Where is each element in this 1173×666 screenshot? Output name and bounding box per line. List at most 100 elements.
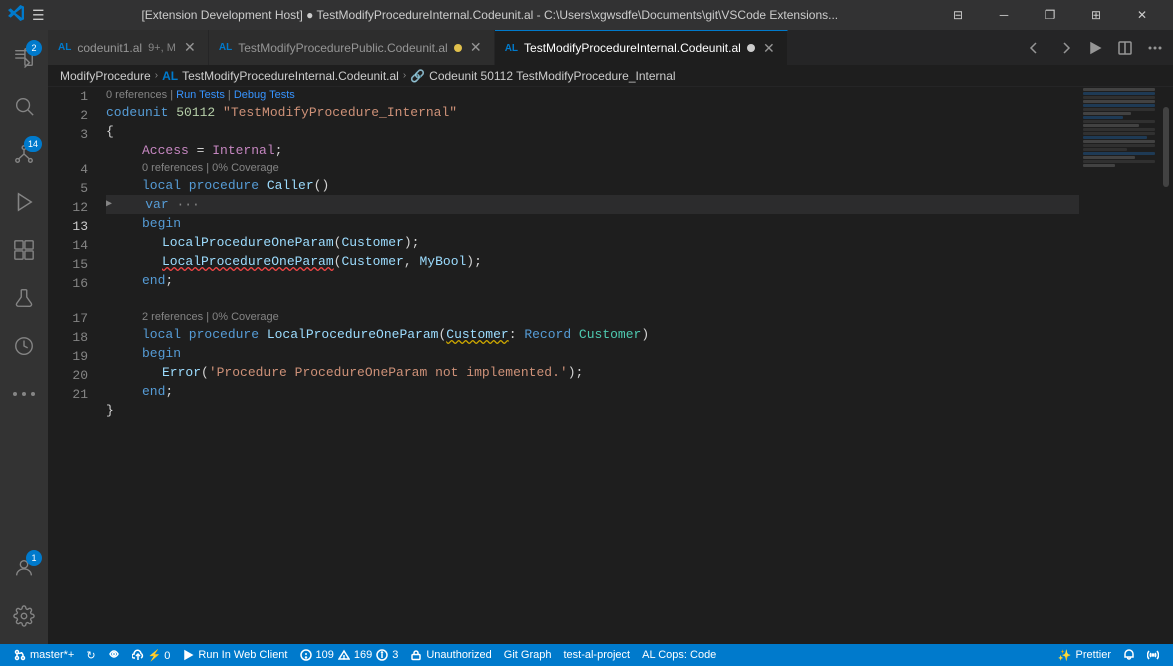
status-unauthorized[interactable]: Unauthorized <box>404 644 497 666</box>
tab-modifyPublic-close[interactable]: ✕ <box>468 40 484 56</box>
navigate-back-button[interactable] <box>1021 34 1049 62</box>
code-line-12: begin <box>106 214 1079 233</box>
close-button[interactable]: ✕ <box>1119 0 1165 30</box>
status-cloud[interactable]: ⚡ 0 <box>126 644 177 666</box>
activity-history[interactable] <box>0 322 48 370</box>
breadcrumb-symbol[interactable]: Codeunit 50112 TestModifyProcedure_Inter… <box>429 69 675 83</box>
line-num-19: 19 <box>56 347 88 366</box>
run-tests-link[interactable]: Run Tests <box>176 87 225 103</box>
activity-more[interactable] <box>0 370 48 418</box>
branch-name: master*+ <box>30 649 74 661</box>
status-broadcast[interactable] <box>1141 644 1165 666</box>
line-num-17: 17 <box>56 309 88 328</box>
line-numbers: 1 2 3 4 5 12 13 14 15 16 17 18 19 20 21 <box>48 87 96 644</box>
tab-modifyInternal-close[interactable]: ✕ <box>761 40 777 56</box>
git-graph-label: Git Graph <box>504 649 552 661</box>
status-cops[interactable]: AL Cops: Code <box>636 644 722 666</box>
git-badge: 14 <box>24 136 42 152</box>
line-num-16: 16 <box>56 274 88 293</box>
status-sync[interactable]: ↻ <box>80 644 101 666</box>
activity-git[interactable]: 14 <box>0 130 48 178</box>
line-num-13: 13 <box>56 217 88 236</box>
activity-settings[interactable] <box>0 592 48 640</box>
prettier-icon: ✨ <box>1058 649 1072 662</box>
line-num-14: 14 <box>56 236 88 255</box>
code-line-20: end; <box>106 382 1079 401</box>
activity-bar: 2 14 1 <box>0 30 48 644</box>
code-line-13: LocalProcedureOneParam(Customer); <box>106 233 1079 252</box>
fold-arrow-5: ▶ <box>106 195 112 214</box>
error-count: 109 <box>316 649 334 661</box>
code-line-5: ▶ var ··· <box>106 195 1079 214</box>
tab-modifyPublic[interactable]: AL TestModifyProcedurePublic.Codeunit.al… <box>209 30 495 65</box>
title-bar: ☰ [Extension Development Host] ● TestMod… <box>0 0 1173 30</box>
status-bar: master*+ ↻ ⚡ 0 Run In Web Client 109 169… <box>0 644 1173 666</box>
tab-modifyInternal-dirty <box>747 44 755 52</box>
hamburger-menu[interactable]: ☰ <box>32 7 45 24</box>
breadcrumb-file[interactable]: TestModifyProcedureInternal.Codeunit.al <box>182 69 399 83</box>
line-num-3: 3 <box>56 125 88 144</box>
status-project[interactable]: test-al-project <box>557 644 636 666</box>
activity-explorer[interactable]: 2 <box>0 34 48 82</box>
layout-button[interactable]: ⊞ <box>1073 0 1119 30</box>
activity-account[interactable]: 1 <box>0 544 48 592</box>
tab-codeunit1-suffix: 9+, M <box>148 42 176 54</box>
run-debug-button[interactable] <box>1081 34 1109 62</box>
tab-actions <box>1017 30 1173 65</box>
code-line-17: local procedure LocalProcedureOneParam(C… <box>106 325 1079 344</box>
status-prettier[interactable]: ✨ Prettier <box>1052 644 1117 666</box>
code-line-1: codeunit 50112 "TestModifyProcedure_Inte… <box>106 103 1079 122</box>
line-num-meta1 <box>56 144 88 160</box>
vertical-scrollbar[interactable] <box>1159 87 1173 644</box>
cloud-count: ⚡ 0 <box>148 649 171 662</box>
line-num-4: 4 <box>56 160 88 179</box>
activity-extensions[interactable] <box>0 226 48 274</box>
tab-codeunit1[interactable]: AL codeunit1.al 9+, M ✕ <box>48 30 209 65</box>
debug-tests-link[interactable]: Debug Tests <box>234 87 295 103</box>
breadcrumb-sep1: › <box>155 70 158 81</box>
activity-flask[interactable] <box>0 274 48 322</box>
line-num-15: 15 <box>56 255 88 274</box>
code-line-16 <box>106 290 1079 309</box>
unauthorized-label: Unauthorized <box>426 649 491 661</box>
line-num-12: 12 <box>56 198 88 217</box>
breadcrumb-lang-label[interactable]: AL <box>162 69 178 83</box>
activity-search[interactable] <box>0 82 48 130</box>
breadcrumb-link-icon: 🔗 <box>410 69 425 83</box>
status-bell[interactable] <box>1117 644 1141 666</box>
prettier-label: Prettier <box>1076 649 1111 661</box>
status-git-graph[interactable]: Git Graph <box>498 644 558 666</box>
line-num-18: 18 <box>56 328 88 347</box>
split-editor-right-button[interactable] <box>1111 34 1139 62</box>
code-line-4: local procedure Caller() <box>106 176 1079 195</box>
split-editor-button[interactable]: ⊟ <box>935 0 981 30</box>
scroll-thumb <box>1163 107 1169 187</box>
project-label: test-al-project <box>563 649 630 661</box>
activity-bottom: 1 <box>0 544 48 644</box>
status-run[interactable]: Run In Web Client <box>176 644 293 666</box>
activity-run[interactable] <box>0 178 48 226</box>
minimize-button[interactable]: ─ <box>981 0 1027 30</box>
status-errors[interactable]: 109 169 3 <box>294 644 405 666</box>
code-line-21: } <box>106 401 1079 420</box>
tab-modifyInternal[interactable]: AL TestModifyProcedureInternal.Codeunit.… <box>495 30 788 65</box>
restore-button[interactable]: ❐ <box>1027 0 1073 30</box>
tab-bar: AL codeunit1.al 9+, M ✕ AL TestModifyPro… <box>48 30 1173 65</box>
status-branch[interactable]: master*+ <box>8 644 80 666</box>
info-count: 3 <box>392 649 398 661</box>
tab-modifyPublic-name: TestModifyProcedurePublic.Codeunit.al <box>238 41 447 55</box>
status-watch[interactable] <box>102 644 126 666</box>
breadcrumb-folder[interactable]: ModifyProcedure <box>60 69 151 83</box>
navigate-forward-button[interactable] <box>1051 34 1079 62</box>
code-line-18: begin <box>106 344 1079 363</box>
editor[interactable]: 1 2 3 4 5 12 13 14 15 16 17 18 19 20 21 <box>48 87 1173 644</box>
tab-codeunit1-close[interactable]: ✕ <box>182 40 198 56</box>
status-right: ✨ Prettier <box>1052 644 1165 666</box>
meta-references-1: 0 references | 0% Coverage <box>106 160 1079 176</box>
watch-icon <box>108 648 120 663</box>
breadcrumb-sep2: › <box>403 70 406 81</box>
meta-references-top: 0 references | Run Tests | Debug Tests <box>106 87 1079 103</box>
line-num-meta2 <box>56 293 88 309</box>
line-num-1: 1 <box>56 87 88 106</box>
more-actions-button[interactable] <box>1141 34 1169 62</box>
